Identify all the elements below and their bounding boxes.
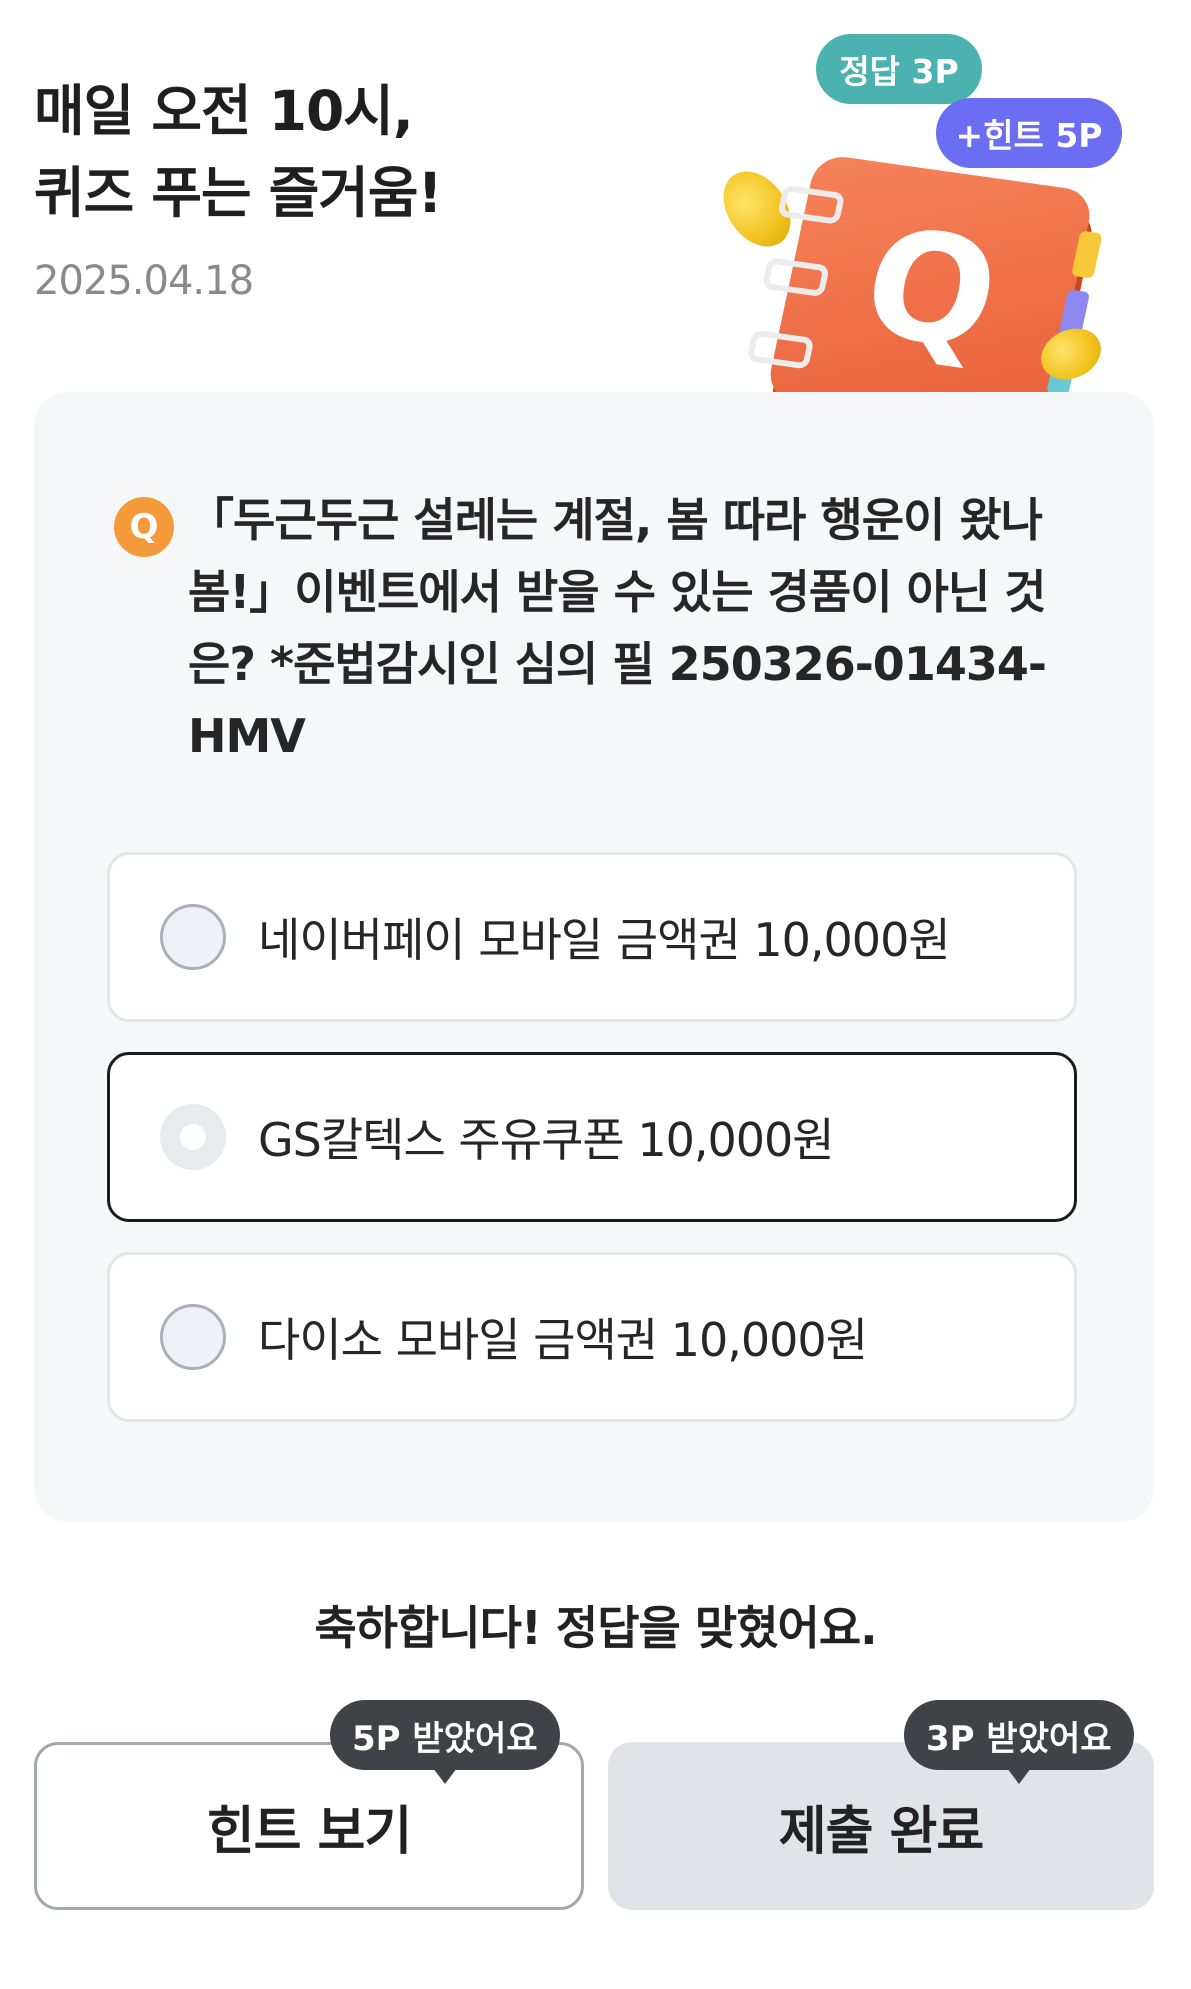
- answer-option-label: 네이버페이 모바일 금액권 10,000원: [258, 913, 951, 967]
- answer-option-3[interactable]: 다이소 모바일 금액권 10,000원: [107, 1252, 1077, 1422]
- answer-option-label: GS칼텍스 주유쿠폰 10,000원: [258, 1113, 835, 1167]
- title-line-1: 매일 오전 10시,: [34, 79, 414, 143]
- answer-option-2[interactable]: GS칼텍스 주유쿠폰 10,000원: [107, 1052, 1077, 1222]
- radio-button-selected[interactable]: [160, 1104, 226, 1170]
- hint-points-bubble: +힌트 5P: [936, 98, 1122, 168]
- book-tab: [1071, 230, 1103, 279]
- page-title: 매일 오전 10시, 퀴즈 푸는 즐거움!: [34, 70, 443, 234]
- title-line-2: 퀴즈 푸는 즐거움!: [34, 161, 443, 225]
- book-q-letter: Q: [849, 196, 1013, 385]
- answer-option-1[interactable]: 네이버페이 모바일 금액권 10,000원: [107, 852, 1077, 1022]
- submit-reward-tooltip: 3P 받았어요: [904, 1700, 1134, 1784]
- correct-points-bubble: 정답 3P: [816, 34, 982, 104]
- book-ring: [761, 257, 830, 298]
- hint-reward-tooltip: 5P 받았어요: [330, 1700, 560, 1784]
- book-ring: [746, 329, 815, 370]
- quiz-date: 2025.04.18: [34, 258, 254, 304]
- radio-button[interactable]: [160, 904, 226, 970]
- radio-button[interactable]: [160, 1304, 226, 1370]
- result-message: 축하합니다! 정답을 맞혔어요.: [314, 1601, 877, 1655]
- answer-option-label: 다이소 모바일 금액권 10,000원: [258, 1313, 868, 1367]
- question-badge-icon: Q: [114, 497, 174, 557]
- quiz-illustration: Q 정답 3P +힌트 5P: [700, 20, 1170, 450]
- question-text: 「두근두근 설레는 계절, 봄 따라 행운이 왔나봄!」이벤트에서 받을 수 있…: [188, 493, 1047, 763]
